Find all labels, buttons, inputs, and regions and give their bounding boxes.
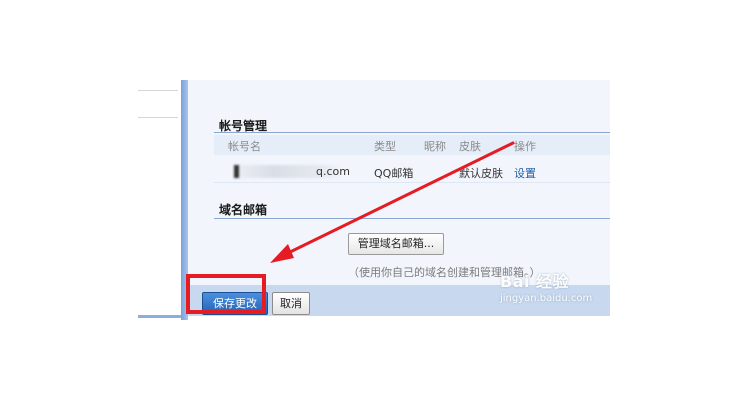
account-type-cell: QQ邮箱 xyxy=(374,167,414,180)
section-divider xyxy=(214,218,610,219)
account-settings-link[interactable]: 设置 xyxy=(514,165,536,181)
domain-mail-title: 域名邮箱 xyxy=(219,203,268,217)
row-divider xyxy=(214,182,610,183)
sidebar-divider xyxy=(138,117,178,118)
left-sidebar xyxy=(138,80,182,317)
column-header-action: 操作 xyxy=(514,140,536,153)
cancel-button[interactable]: 取消 xyxy=(272,292,310,315)
watermark-logo: Bai 经验 xyxy=(500,272,570,291)
section-divider xyxy=(214,132,610,133)
sidebar-divider xyxy=(138,90,178,91)
column-header-type: 类型 xyxy=(374,140,396,153)
sidebar-bottom-bar xyxy=(138,315,182,318)
accounts-table-header xyxy=(214,135,610,155)
pane-splitter[interactable] xyxy=(181,80,188,320)
manage-domain-mail-button[interactable]: 管理域名邮箱... xyxy=(348,233,444,255)
watermark-url: jingyan.baidu.com xyxy=(500,293,593,304)
save-changes-button[interactable]: 保存更改 xyxy=(202,292,268,315)
column-header-account: 帐号名 xyxy=(228,140,261,153)
baidu-jingyan-watermark: Bai 经验 jingyan.baidu.com xyxy=(500,268,592,304)
column-header-skin: 皮肤 xyxy=(459,140,481,153)
column-header-nickname: 昵称 xyxy=(424,140,446,153)
account-skin-cell: 默认皮肤 xyxy=(459,167,503,180)
account-name-cell: q.com xyxy=(316,165,350,178)
